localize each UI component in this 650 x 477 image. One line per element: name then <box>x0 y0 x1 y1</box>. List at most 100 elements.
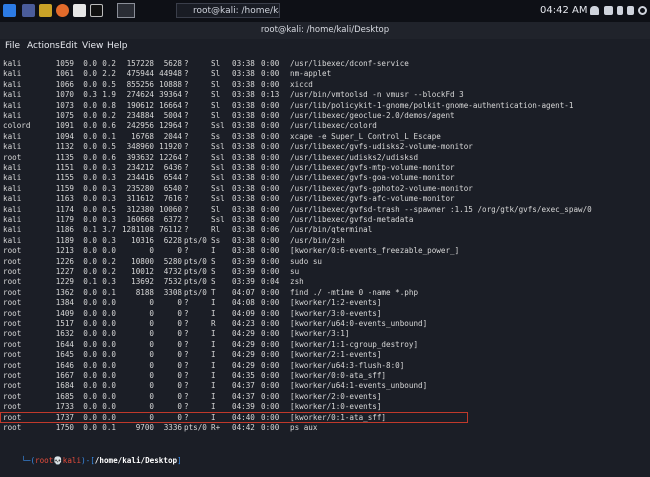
notification-bell-icon[interactable] <box>590 6 599 15</box>
process-cpu: 0.0 <box>83 391 97 401</box>
browser-icon[interactable] <box>56 4 69 17</box>
process-time: 0:13 <box>261 90 280 100</box>
process-tty: ? <box>184 79 189 89</box>
process-cpu: 0.0 <box>83 298 97 308</box>
process-mem: 0.3 <box>102 215 116 224</box>
power-icon[interactable] <box>638 6 647 15</box>
process-rss: 3336 <box>163 423 182 432</box>
process-row: kali 1189 0.0 0.3 10316 6228 pts/0 Ss 03:38 0:00 /… <box>3 235 643 246</box>
process-start: 03:39 <box>232 277 255 287</box>
taskbar-window-button[interactable]: root@kali: /home/kali/D... <box>176 3 280 18</box>
process-mem: 0.1 <box>102 287 116 297</box>
process-cpu: 0.0 <box>83 121 97 131</box>
process-mem: 0.0 <box>102 371 116 380</box>
process-row: kali 1179 0.0 0.3 160668 6372? Ssl 03:38 0:00/us… <box>3 214 643 225</box>
process-vsz: 348960 <box>126 142 154 152</box>
process-tty: ? <box>184 402 189 412</box>
process-start: 04:23 <box>232 319 255 328</box>
process-rss: 6228 <box>163 235 182 245</box>
process-pid: 1409 <box>55 308 74 318</box>
process-row: kali 1073 0.0 0.8 190612 16664? Sl 03:38 0:00/us… <box>3 100 643 111</box>
process-pid: 1189 <box>55 235 74 245</box>
process-mem: 0.1 <box>102 423 116 432</box>
process-mem: 0.3 <box>102 183 116 193</box>
kali-menu-icon[interactable] <box>3 4 16 17</box>
process-rss: 7616 <box>163 194 182 204</box>
process-rss: 10888 <box>159 79 182 89</box>
process-vsz: 0 <box>149 308 154 318</box>
process-user: kali <box>3 90 22 100</box>
process-mem: 0.5 <box>102 204 116 214</box>
process-vsz: 0 <box>149 339 154 349</box>
workspace-icon[interactable] <box>22 4 35 17</box>
process-cpu: 0.0 <box>83 235 97 245</box>
process-stat: T <box>211 287 216 297</box>
terminal-task-icon[interactable] <box>117 3 135 18</box>
process-tty: ? <box>184 194 189 204</box>
process-cpu: 0.0 <box>83 163 97 172</box>
clock[interactable]: 04:42 AM <box>540 5 587 16</box>
menu-help[interactable]: Help <box>107 41 128 51</box>
process-start: 04:29 <box>232 329 255 339</box>
process-tty: ? <box>184 371 189 380</box>
top-panel: root@kali: /home/kali/D... 04:42 AM <box>0 0 650 23</box>
process-time: 0:00 <box>261 267 280 276</box>
process-start: 04:29 <box>232 360 255 370</box>
process-user: root <box>3 329 22 339</box>
process-rss: 0 <box>177 360 182 370</box>
process-vsz: 160668 <box>126 215 154 224</box>
menu-view[interactable]: View <box>82 41 103 51</box>
process-tty: ? <box>184 152 189 162</box>
terminal-icon[interactable] <box>90 4 103 17</box>
process-command: /usr/bin/qterminal <box>290 225 373 235</box>
process-cpu: 0.0 <box>83 267 97 276</box>
process-stat: Sl <box>211 100 221 110</box>
process-time: 0:00 <box>261 131 280 141</box>
shell-prompt[interactable]: └─(root💀kali)-[/home/kali/Desktop] <box>3 444 181 465</box>
process-command: /usr/libexec/gvfs-gphoto2-volume-monitor <box>290 183 473 193</box>
process-rss: 0 <box>177 308 182 318</box>
process-time: 0:00 <box>261 339 280 349</box>
terminal-output[interactable]: kali 1059 0.0 0.2 157228 5628? Sl 03:38 0:00/usr… <box>0 56 650 465</box>
process-start: 03:38 <box>232 173 255 183</box>
process-stat: I <box>211 329 216 339</box>
menu-actions[interactable]: Actions <box>27 41 60 51</box>
process-mem: 0.0 <box>102 298 116 308</box>
process-cpu: 0.0 <box>83 69 97 79</box>
process-user: root <box>3 267 22 276</box>
process-tty: ? <box>184 329 189 339</box>
process-start: 03:38 <box>232 152 255 162</box>
process-stat: R+ <box>211 423 221 432</box>
process-start: 03:38 <box>232 215 255 224</box>
process-pid: 1174 <box>55 204 74 214</box>
process-vsz: 157228 <box>126 59 154 68</box>
lock-icon[interactable] <box>627 6 634 15</box>
file-manager-icon[interactable] <box>39 4 52 17</box>
process-command: ps aux <box>290 423 318 432</box>
process-cpu: 0.0 <box>83 339 97 349</box>
process-start: 04:35 <box>232 371 255 380</box>
process-cpu: 0.0 <box>83 142 97 152</box>
text-editor-icon[interactable] <box>73 4 86 17</box>
process-user: kali <box>3 194 22 204</box>
battery-icon[interactable] <box>617 6 623 15</box>
process-stat: I <box>211 298 216 308</box>
process-command: xcape -e Super_L Control_L Escape <box>290 131 441 141</box>
process-mem: 0.0 <box>102 381 116 391</box>
prompt-close: ] <box>177 456 182 465</box>
menu-edit[interactable]: Edit <box>60 41 77 51</box>
process-stat: Ss <box>211 235 221 245</box>
process-mem: 0.1 <box>102 131 116 141</box>
process-rss: 6372 <box>163 215 182 224</box>
prompt-user: root <box>35 456 54 465</box>
process-start: 04:42 <box>232 423 255 432</box>
process-mem: 0.0 <box>102 319 116 328</box>
volume-icon[interactable] <box>604 6 613 15</box>
process-command: /usr/bin/vmtoolsd -n vmusr --blockFd 3 <box>290 90 464 100</box>
process-command: /usr/bin/zsh <box>290 235 345 245</box>
process-row: root 1685 0.0 0.0 0 0? I 04:37 0:00 [kworker/2:0-… <box>3 391 643 402</box>
process-vsz: 235280 <box>126 183 154 193</box>
process-start: 04:37 <box>232 381 255 391</box>
process-pid: 1066 <box>55 79 74 89</box>
menu-file[interactable]: File <box>5 41 20 51</box>
